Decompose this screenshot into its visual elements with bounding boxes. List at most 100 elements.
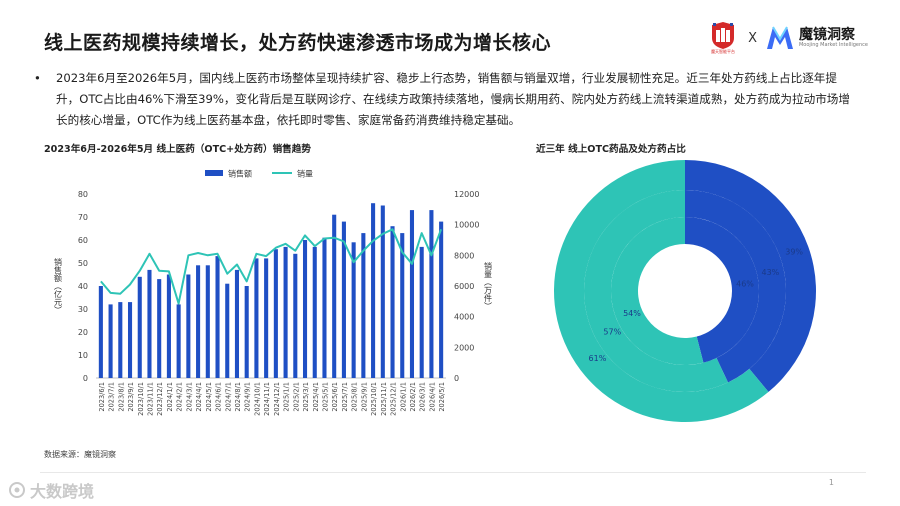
- bar-sales: [157, 279, 162, 378]
- x-tick-label: 2026/4/1: [428, 382, 436, 412]
- bar-sales: [147, 269, 152, 378]
- y-left-tick-label: 0: [83, 374, 88, 383]
- legend-swatch-sales: [205, 170, 223, 176]
- x-tick-label: 2024/2/1: [176, 382, 184, 412]
- donut-label-otc: 39%: [785, 248, 803, 257]
- x-tick-label: 2026/1/1: [399, 382, 407, 412]
- bar-sales: [254, 258, 259, 378]
- y-right-tick-label: 10000: [454, 221, 479, 230]
- legend-label-volume: 销量: [297, 169, 313, 179]
- summary-bullet: • 2023年6月至2026年5月，国内线上医药市场整体呈现持续扩容、稳步上行态…: [34, 68, 860, 131]
- footer-divider: [40, 472, 866, 473]
- x-tick-label: 2023/12/1: [156, 382, 164, 416]
- bar-sales: [409, 210, 415, 378]
- donut-label-rx: 54%: [623, 309, 641, 318]
- y-left-tick-label: 30: [78, 305, 88, 314]
- sales-trend-chart: 销售额 销量 0 10 20 30 40 50 60 70 80 0 2000 4000 6000 8000 1…: [54, 169, 493, 416]
- y-left-tick-label: 70: [78, 213, 88, 222]
- logo-left-icon: 魔天智能平台: [711, 22, 735, 54]
- y-right-tick-label: 6000: [454, 282, 474, 291]
- x-tick-label: 2026/2/1: [409, 382, 417, 412]
- x-tick-label: 2024/5/1: [205, 382, 213, 412]
- bar-sales: [283, 246, 288, 378]
- x-tick-label: 2023/6/1: [98, 382, 106, 412]
- bar-sales: [166, 274, 171, 378]
- bar-sales: [439, 221, 444, 378]
- bar-sales: [322, 237, 327, 378]
- y-left-tick-label: 60: [78, 236, 88, 245]
- y-left-tick-label: 80: [78, 190, 88, 199]
- donut-label-rx: 61%: [589, 354, 607, 363]
- bar-sales: [312, 246, 317, 378]
- bar-sales: [205, 265, 210, 378]
- y-right-tick-label: 12000: [454, 190, 479, 199]
- x-tick-label: 2025/8/1: [351, 382, 359, 412]
- x-tick-label: 2024/6/1: [215, 382, 223, 412]
- bar-sales: [98, 286, 103, 378]
- bar-sales: [176, 304, 181, 378]
- otc-share-donut: OTC处方药39%61%43%57%46%54%: [554, 160, 816, 423]
- moojing-logo-name: 魔镜洞察: [798, 26, 855, 43]
- bar-sales: [380, 205, 385, 378]
- bar-sales: [419, 246, 424, 378]
- bar-sales: [264, 258, 269, 378]
- bar-sales: [118, 302, 123, 378]
- x-tick-label: 2023/7/1: [108, 382, 116, 412]
- x-tick-label: 2023/9/1: [127, 382, 135, 412]
- y-right-tick-label: 4000: [454, 313, 474, 322]
- bar-sales: [225, 283, 230, 378]
- x-tick-label: 2025/3/1: [302, 382, 310, 412]
- y-left-tick-label: 20: [78, 328, 88, 337]
- page-title: 线上医药规模持续增长，处方药快速渗透市场成为增长核心: [44, 32, 552, 54]
- x-tick-label: 2024/10/1: [253, 382, 261, 416]
- bar-sales: [186, 274, 191, 378]
- y-right-tick-label: 2000: [454, 343, 474, 352]
- bullet-dot-icon: •: [34, 71, 41, 85]
- x-tick-label: 2025/6/1: [331, 382, 339, 412]
- donut-label-rx: 57%: [603, 327, 621, 336]
- y-right-tick-label: 8000: [454, 251, 474, 260]
- bar-sales: [244, 286, 249, 378]
- bar-sales: [196, 265, 201, 378]
- donut-label-otc: 43%: [762, 268, 780, 277]
- logo-left-caption: 魔天智能平台: [711, 48, 735, 54]
- bar-sales: [137, 276, 142, 378]
- x-tick-label: 2024/1/1: [166, 382, 174, 412]
- x-tick-label: 2025/11/1: [380, 382, 388, 416]
- bar-sales: [215, 256, 220, 378]
- x-tick-label: 2025/5/1: [321, 382, 329, 412]
- watermark-text: 大数跨境: [30, 482, 95, 501]
- y-left-tick-label: 50: [78, 259, 88, 268]
- legend-label-sales: 销售额: [228, 169, 252, 179]
- donut-chart-title: 近三年 线上OTC药品及处方药占比: [536, 144, 686, 155]
- x-tick-label: 2025/10/1: [370, 382, 378, 416]
- bar-sales: [371, 203, 376, 378]
- x-tick-label: 2025/2/1: [292, 382, 300, 412]
- x-tick-label: 2025/12/1: [390, 382, 398, 416]
- moojing-logo-en: Moojing Market Intelligence: [798, 41, 868, 48]
- x-tick-label: 2024/7/1: [224, 382, 232, 412]
- x-tick-label: 2023/10/1: [137, 382, 145, 416]
- x-tick-label: 2025/9/1: [360, 382, 368, 412]
- bar-sales: [361, 233, 366, 378]
- x-tick-label: 2024/12/1: [273, 382, 281, 416]
- summary-text: 2023年6月至2026年5月，国内线上医药市场整体呈现持续扩容、稳步上行态势，…: [56, 71, 850, 127]
- x-tick-label: 2024/4/1: [195, 382, 203, 412]
- bar-chart-title: 2023年6月-2026年5月 线上医药（OTC+处方药）销售趋势: [44, 144, 311, 155]
- x-tick-label: 2024/8/1: [234, 382, 242, 412]
- bar-sales: [293, 253, 298, 378]
- logo-group: 魔天智能平台 X 魔镜洞察 Moojing Market Intelligenc…: [706, 22, 868, 54]
- x-tick-label: 2025/7/1: [341, 382, 349, 412]
- moojing-logo: 魔镜洞察 Moojing Market Intelligence: [765, 25, 868, 51]
- bar-sales: [273, 249, 278, 378]
- x-tick-label: 2024/11/1: [263, 382, 271, 416]
- bar-sales: [302, 240, 308, 378]
- moojing-m-icon: [766, 26, 793, 49]
- x-tick-label: 2023/8/1: [117, 382, 125, 412]
- watermark-logo-icon: [9, 482, 25, 498]
- y-left-axis-label: 销售额（亿元）: [54, 257, 63, 314]
- x-tick-label: 2025/4/1: [312, 382, 320, 412]
- bar-sales: [108, 304, 113, 378]
- logo-separator: X: [748, 30, 757, 46]
- x-tick-label: 2025/1/1: [283, 382, 291, 412]
